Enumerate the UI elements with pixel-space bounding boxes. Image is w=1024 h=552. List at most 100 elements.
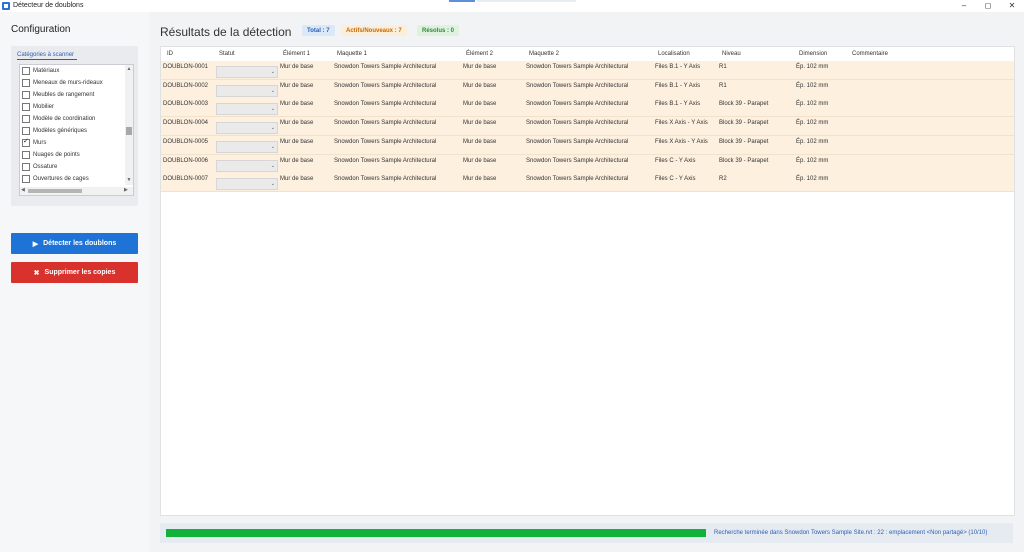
checkbox[interactable] <box>22 103 30 111</box>
status-dropdown[interactable]: ⌄ <box>216 103 278 116</box>
checkbox[interactable] <box>22 79 30 87</box>
cell-model1: Snowdon Towers Sample Architectural <box>334 176 437 183</box>
cell-element1: Mur de base <box>280 64 314 70</box>
checkbox[interactable] <box>22 67 30 75</box>
status-dropdown[interactable]: ⌄ <box>216 178 278 191</box>
cell-model1: Snowdon Towers Sample Architectural <box>334 64 437 70</box>
category-item[interactable]: Ouvertures de cages <box>22 173 89 185</box>
table-row[interactable]: DOUBLON-0001 Mur de base Snowdon Towers Sa… <box>161 61 1014 80</box>
close-button[interactable]: ✕ <box>1005 1 1019 10</box>
column-header-comment[interactable]: Commentaire <box>852 51 888 57</box>
cell-element2: Mur de base <box>463 138 497 145</box>
categories-list[interactable]: Matériaux Meneaux de murs-rideaux Meuble… <box>19 64 134 196</box>
checkbox[interactable] <box>22 115 30 123</box>
cell-location: Files X Axis - Y Axis <box>655 120 708 127</box>
horizontal-scrollbar[interactable]: ◀ ▶ <box>20 187 133 195</box>
categories-panel: Catégories à scanner Matériaux Meneaux d… <box>11 46 138 206</box>
cell-id: DOUBLON-0003 <box>163 101 209 108</box>
category-item[interactable]: Murs <box>22 137 46 149</box>
checkbox[interactable] <box>22 127 30 135</box>
chevron-down-icon: ⌄ <box>270 125 275 132</box>
status-dropdown[interactable]: ⌄ <box>216 159 278 172</box>
scroll-down-icon[interactable]: ▼ <box>125 177 133 183</box>
title-bar: Détecteur de doublons – ◻ ✕ <box>0 0 1024 12</box>
cell-level: R2 <box>719 176 727 183</box>
cell-level: Block 39 - Parapet <box>719 157 769 164</box>
column-header-model1[interactable]: Maquette 1 <box>337 51 367 57</box>
category-item[interactable]: Matériaux <box>22 65 59 77</box>
checkbox[interactable] <box>22 163 30 171</box>
category-item[interactable]: Meubles de rangement <box>22 89 94 101</box>
column-header-id[interactable]: ID <box>167 51 173 57</box>
category-item[interactable]: Mobilier <box>22 101 54 113</box>
cell-element1: Mur de base <box>280 176 314 183</box>
cell-id: DOUBLON-0007 <box>163 176 209 183</box>
cell-location: Files X Axis - Y Axis <box>655 138 708 145</box>
restore-button[interactable]: ◻ <box>981 1 995 10</box>
cell-location: Files B.1 - Y Axis <box>655 82 701 89</box>
cell-dimension: Ép. 102 mm <box>796 64 829 70</box>
cell-model1: Snowdon Towers Sample Architectural <box>334 82 437 89</box>
cell-model1: Snowdon Towers Sample Architectural <box>334 101 437 108</box>
cell-element1: Mur de base <box>280 101 314 108</box>
detect-duplicates-button[interactable]: ▶ Détecter les doublons <box>11 233 138 254</box>
scrollbar-thumb[interactable] <box>126 127 132 135</box>
status-dropdown[interactable]: ⌄ <box>216 66 278 78</box>
category-item[interactable]: Modèles génériques <box>22 125 87 137</box>
column-header-element1[interactable]: Élément 1 <box>283 51 310 57</box>
checkbox[interactable] <box>22 91 30 99</box>
column-header-element2[interactable]: Élément 2 <box>466 51 493 57</box>
x-icon: ✖ <box>33 269 40 277</box>
category-item[interactable]: Modèle de coordination <box>22 113 95 125</box>
column-header-location[interactable]: Localisation <box>658 51 690 57</box>
table-row[interactable]: DOUBLON-0002 Mur de base Snowdon Towers Sa… <box>161 79 1014 99</box>
cell-id: DOUBLON-0005 <box>163 138 209 145</box>
title-bar-accent <box>449 0 475 2</box>
cell-location: Files B.1 - Y Axis <box>655 101 701 108</box>
table-row[interactable]: DOUBLON-0007 Mur de base Snowdon Towers Sa… <box>161 173 1014 193</box>
cell-model2: Snowdon Towers Sample Architectural <box>526 157 629 164</box>
cell-level: Block 39 - Parapet <box>719 138 769 145</box>
status-dropdown[interactable]: ⌄ <box>216 122 278 135</box>
status-dropdown[interactable]: ⌄ <box>216 140 278 153</box>
cell-model1: Snowdon Towers Sample Architectural <box>334 157 437 164</box>
cell-element1: Mur de base <box>280 138 314 145</box>
status-bar: Recherche terminée dans Snowdon Towers S… <box>160 523 1013 543</box>
status-dropdown[interactable]: ⌄ <box>216 84 278 97</box>
column-header-dimension[interactable]: Dimension <box>799 51 827 57</box>
cell-dimension: Ép. 102 mm <box>796 82 829 89</box>
cell-element2: Mur de base <box>463 120 497 127</box>
delete-copies-button[interactable]: ✖ Supprimer les copies <box>11 262 138 283</box>
config-title: Configuration <box>11 24 71 35</box>
checkbox[interactable] <box>22 151 30 159</box>
table-row[interactable]: DOUBLON-0005 Mur de base Snowdon Towers Sa… <box>161 135 1014 155</box>
cell-model2: Snowdon Towers Sample Architectural <box>526 120 629 127</box>
chevron-down-icon: ⌄ <box>270 181 275 188</box>
results-title: Résultats de la détection <box>160 25 292 39</box>
cell-model1: Snowdon Towers Sample Architectural <box>334 138 437 145</box>
vertical-scrollbar[interactable]: ▲ ▼ <box>125 65 133 185</box>
title-bar-accent-secondary <box>477 0 576 2</box>
cell-id: DOUBLON-0001 <box>163 64 209 70</box>
cell-model2: Snowdon Towers Sample Architectural <box>526 176 629 183</box>
scroll-up-icon[interactable]: ▲ <box>125 66 133 72</box>
cell-dimension: Ép. 102 mm <box>796 138 829 145</box>
scrollbar-thumb[interactable] <box>28 189 82 193</box>
cell-element1: Mur de base <box>280 120 314 127</box>
categories-label: Catégories à scanner <box>17 52 78 60</box>
table-row[interactable]: DOUBLON-0006 Mur de base Snowdon Towers Sa… <box>161 154 1014 174</box>
category-item[interactable]: Nuages de points <box>22 149 80 161</box>
table-row[interactable]: DOUBLON-0003 Mur de base Snowdon Towers Sa… <box>161 98 1014 118</box>
table-row[interactable]: DOUBLON-0004 Mur de base Snowdon Towers Sa… <box>161 117 1014 137</box>
chevron-down-icon: ⌄ <box>270 87 275 94</box>
category-item[interactable]: Ossature <box>22 161 57 173</box>
checkbox-checked[interactable] <box>22 137 30 147</box>
category-item[interactable]: Meneaux de murs-rideaux <box>22 77 103 89</box>
minimize-button[interactable]: – <box>957 1 971 10</box>
column-header-level[interactable]: Niveau <box>722 51 741 57</box>
checkbox[interactable] <box>22 175 30 183</box>
column-header-status[interactable]: Statut <box>219 51 235 57</box>
scroll-left-icon[interactable]: ◀ <box>21 187 25 193</box>
scroll-right-icon[interactable]: ▶ <box>124 187 128 193</box>
column-header-model2[interactable]: Maquette 2 <box>529 51 559 57</box>
